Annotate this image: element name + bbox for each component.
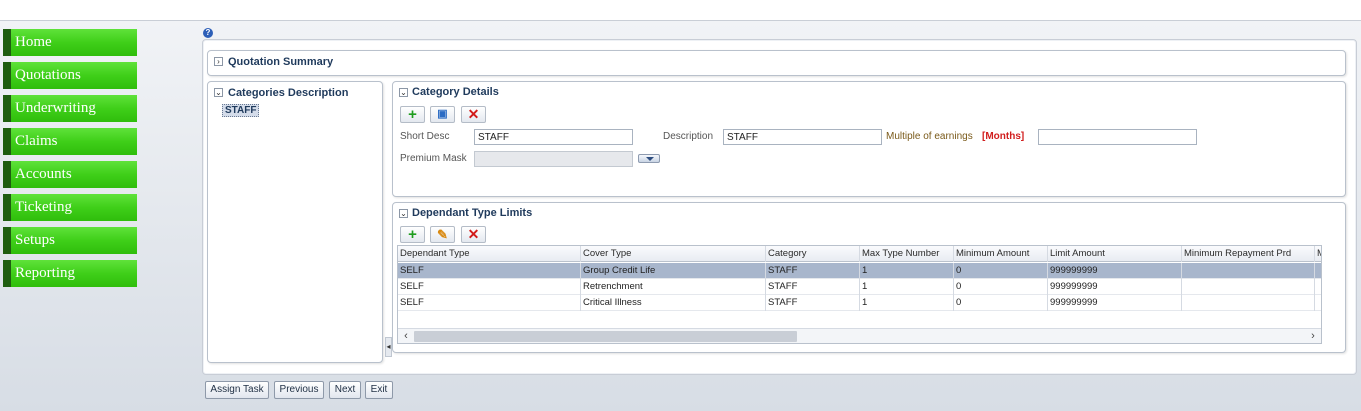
collapse-splitter-icon[interactable]: ◂ — [385, 337, 392, 357]
column-header[interactable]: Dependant Type — [398, 246, 581, 262]
table-row[interactable]: SELF Group Credit Life STAFF 1 0 9999999… — [398, 263, 1321, 279]
top-divider — [0, 20, 1361, 21]
table-cell — [1182, 279, 1315, 295]
table-cell: 0 — [954, 263, 1048, 279]
nav-claims[interactable]: Claims — [3, 128, 137, 155]
table-cell: STAFF — [766, 295, 860, 311]
column-header[interactable]: Minimum Repayment Prd — [1182, 246, 1315, 262]
assign-task-button[interactable]: Assign Task — [205, 381, 269, 399]
table-cell: SELF — [398, 279, 581, 295]
chevron-down-icon[interactable]: ⌄ — [214, 88, 223, 97]
categories-panel — [207, 81, 383, 363]
chevron-right-icon[interactable]: › — [214, 57, 223, 66]
table-row[interactable]: SELF Critical Illness STAFF 1 0 99999999… — [398, 295, 1321, 311]
categories-title[interactable]: Categories Description — [228, 87, 348, 99]
description-label: Description — [663, 131, 714, 142]
table-header: Dependant Type Cover Type Category Max T… — [398, 246, 1321, 262]
scroll-right-icon[interactable]: › — [1306, 329, 1320, 343]
chevron-down-icon[interactable]: ⌄ — [399, 88, 408, 97]
help-icon[interactable]: ? — [203, 28, 213, 38]
sidebar-nav: Home Quotations Underwriting Claims Acco… — [3, 29, 137, 293]
table-cell: 999999999 — [1048, 295, 1182, 311]
dependant-limits-title[interactable]: Dependant Type Limits — [412, 207, 532, 219]
table-cell: Critical Illness — [581, 295, 766, 311]
table-cell: SELF — [398, 295, 581, 311]
premium-mask-dropdown-button[interactable] — [638, 154, 660, 163]
scroll-left-icon[interactable]: ‹ — [399, 329, 413, 343]
table-cell — [1182, 263, 1315, 279]
description-input[interactable] — [723, 129, 882, 145]
nav-reporting[interactable]: Reporting — [3, 260, 137, 287]
table-cell: SELF — [398, 263, 581, 279]
previous-button[interactable]: Previous — [274, 381, 324, 399]
table-cell — [1182, 295, 1315, 311]
column-header[interactable]: Minimum Amount — [954, 246, 1048, 262]
add-icon[interactable]: + — [400, 226, 425, 243]
short-desc-label: Short Desc — [400, 131, 450, 142]
dependant-limits-table: Dependant Type Cover Type Category Max T… — [397, 245, 1322, 344]
premium-mask-label: Premium Mask — [400, 153, 467, 164]
category-details-title[interactable]: Category Details — [412, 86, 499, 98]
next-button[interactable]: Next — [329, 381, 361, 399]
add-icon[interactable]: + — [400, 106, 425, 123]
table-cell: 0 — [954, 295, 1048, 311]
save-icon[interactable]: ▣ — [430, 106, 455, 123]
table-cell: Retrenchment — [581, 279, 766, 295]
table-cell: 1 — [860, 295, 954, 311]
table-row[interactable]: SELF Retrenchment STAFF 1 0 999999999 — [398, 279, 1321, 295]
table-cell: 0 — [954, 279, 1048, 295]
horizontal-scrollbar[interactable]: ‹ › — [398, 328, 1321, 343]
multiple-of-earnings-input[interactable] — [1038, 129, 1197, 145]
months-label: [Months] — [982, 131, 1025, 142]
table-cell: 999999999 — [1048, 263, 1182, 279]
chevron-down-icon[interactable]: ⌄ — [399, 209, 408, 218]
delete-icon[interactable]: ✕ — [461, 106, 486, 123]
nav-accounts[interactable]: Accounts — [3, 161, 137, 188]
quotation-summary-panel — [207, 50, 1346, 76]
nav-home[interactable]: Home — [3, 29, 137, 56]
edit-icon[interactable]: ✎ — [430, 226, 455, 243]
multiple-of-earnings-label: Multiple of earnings — [886, 131, 973, 142]
scrollbar-thumb[interactable] — [414, 331, 797, 342]
column-header[interactable]: Limit Amount — [1048, 246, 1182, 262]
short-desc-input[interactable] — [474, 129, 633, 145]
column-header[interactable]: M — [1315, 246, 1321, 262]
table-cell: 1 — [860, 263, 954, 279]
table-cell: STAFF — [766, 279, 860, 295]
delete-icon[interactable]: ✕ — [461, 226, 486, 243]
nav-ticketing[interactable]: Ticketing — [3, 194, 137, 221]
table-cell: Group Credit Life — [581, 263, 766, 279]
tree-node-staff[interactable]: STAFF — [222, 104, 260, 117]
table-cell: 1 — [860, 279, 954, 295]
column-header[interactable]: Cover Type — [581, 246, 766, 262]
column-header[interactable]: Max Type Number — [860, 246, 954, 262]
table-cell: 999999999 — [1048, 279, 1182, 295]
nav-setups[interactable]: Setups — [3, 227, 137, 254]
nav-quotations[interactable]: Quotations — [3, 62, 137, 89]
exit-button[interactable]: Exit — [365, 381, 393, 399]
column-header[interactable]: Category — [766, 246, 860, 262]
nav-underwriting[interactable]: Underwriting — [3, 95, 137, 122]
premium-mask-input — [474, 151, 633, 167]
table-cell: STAFF — [766, 263, 860, 279]
quotation-summary-title[interactable]: Quotation Summary — [228, 56, 333, 68]
